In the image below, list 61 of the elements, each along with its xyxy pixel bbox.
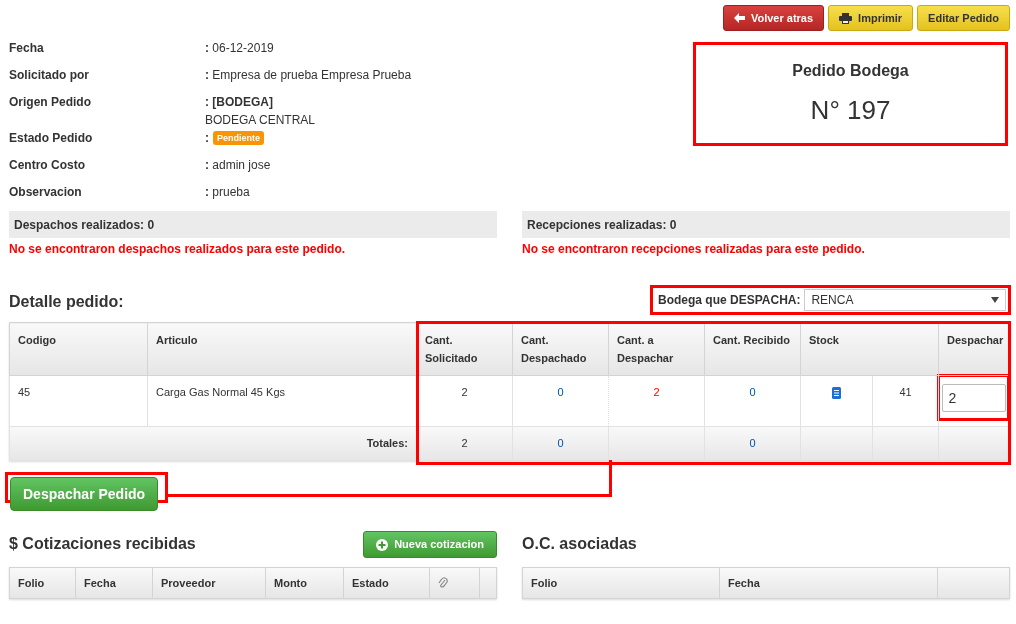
select-label: Bodega que DESPACHA: xyxy=(658,292,801,309)
field-label: Fecha xyxy=(9,40,45,57)
totals-label: Totales: xyxy=(366,437,408,449)
field-label: Centro Costo xyxy=(9,157,86,174)
field-label: Origen Pedido xyxy=(9,94,92,111)
column-header: Cant. Recibido xyxy=(713,334,790,346)
section-title: Detalle pedido: xyxy=(9,292,124,312)
printer-icon xyxy=(839,12,853,24)
field-value: : Empresa de prueba Empresa Prueba xyxy=(205,68,412,82)
field-label: Estado Pedido xyxy=(9,130,94,147)
dropdown-caret-icon xyxy=(991,297,999,303)
table-cell: 41 xyxy=(899,386,912,398)
column-header: Monto xyxy=(274,575,307,591)
warehouse-select[interactable]: RENCA xyxy=(804,289,1006,311)
column-header: Codigo xyxy=(18,334,56,346)
section-title: $ Cotizaciones recibidas xyxy=(9,534,196,554)
panel-header: Recepciones realizadas: 0 xyxy=(522,211,1010,238)
arrow-left-icon xyxy=(733,13,745,23)
column-header: Fecha xyxy=(84,575,116,591)
table-cell: 0 xyxy=(557,437,564,449)
paperclip-icon xyxy=(438,576,448,590)
panel-header: Despachos realizados: 0 xyxy=(9,211,497,238)
field-label: Observacion xyxy=(9,184,83,201)
plus-circle-icon xyxy=(376,538,389,551)
table-cell: 2 xyxy=(461,437,468,449)
column-header: Estado xyxy=(352,575,389,591)
table-cell: 2 xyxy=(653,386,660,398)
separator: : xyxy=(205,130,209,147)
column-header: Cant. a Despachar xyxy=(617,334,674,364)
status-badge: Pendiente xyxy=(213,131,264,145)
back-button[interactable]: Volver atras xyxy=(722,5,825,31)
field-value: : admin jose xyxy=(205,158,271,172)
empty-message: No se encontraron recepciones realizadas para este pedido. xyxy=(522,241,866,258)
column-header: Folio xyxy=(531,575,558,591)
document-icon[interactable] xyxy=(832,387,841,400)
table-cell: 45 xyxy=(18,386,31,398)
column-header: Proveedor xyxy=(161,575,216,591)
column-header: Cant. Despachado xyxy=(521,334,587,364)
field-label: Solicitado por xyxy=(9,67,90,84)
quantity-input[interactable]: 2 xyxy=(941,383,1006,412)
section-title: O.C. asociadas xyxy=(522,534,638,554)
edit-button[interactable]: Editar Pedido xyxy=(917,5,1010,31)
column-header: Stock xyxy=(809,334,839,346)
table-cell: 0 xyxy=(749,386,756,398)
column-header: Folio xyxy=(18,575,45,591)
column-header: Fecha xyxy=(728,575,760,591)
field-value: BODEGA CENTRAL xyxy=(205,112,316,129)
field-value: : prueba xyxy=(205,185,250,199)
order-title: Pedido Bodega xyxy=(792,60,909,81)
table-cell: Carga Gas Normal 45 Kgs xyxy=(156,386,285,398)
order-number: N° 197 xyxy=(810,93,891,127)
table-cell: 0 xyxy=(749,437,756,449)
table-cell: 2 xyxy=(461,386,468,398)
column-header: Articulo xyxy=(156,334,198,346)
empty-message: No se encontraron despachos realizados para este pedido. xyxy=(9,241,347,258)
field-value: : 06-12-2019 xyxy=(205,41,274,55)
column-header: Despachar xyxy=(947,334,1004,346)
field-value: : [BODEGA] xyxy=(205,95,273,109)
table-cell: 0 xyxy=(557,386,564,398)
column-header: Cant. Solicitado xyxy=(425,334,478,364)
print-button[interactable]: Imprimir xyxy=(828,5,914,31)
